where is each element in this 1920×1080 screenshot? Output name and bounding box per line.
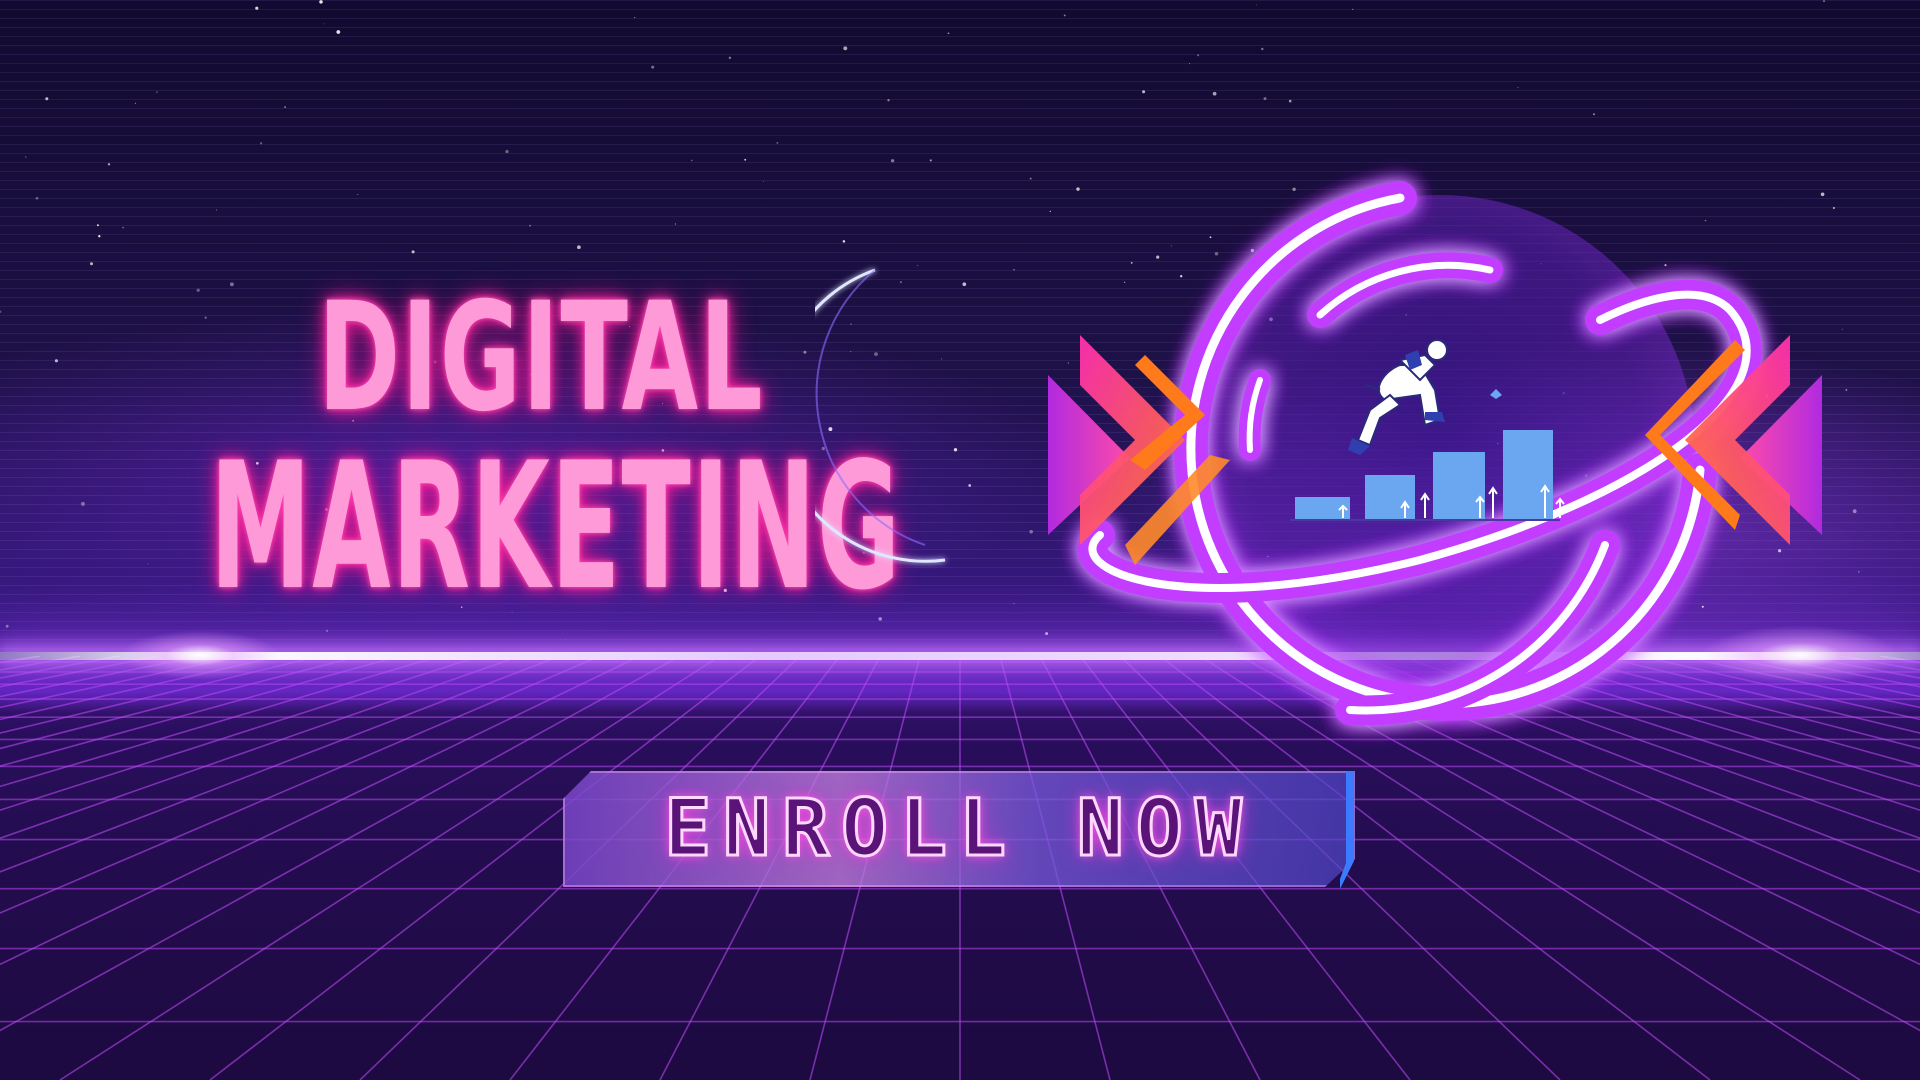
grid-line-vertical	[0, 656, 521, 840]
horizon-flare-left	[120, 630, 280, 680]
left-pointing-chevrons-icon	[1645, 335, 1822, 545]
grid-line-vertical	[1879, 656, 1920, 664]
right-pointing-chevrons-icon	[1048, 335, 1230, 565]
grid-line-vertical	[0, 656, 241, 709]
title-line-digital: DIGITAL	[318, 271, 764, 445]
grid-line-vertical	[0, 656, 601, 914]
grid-line-vertical	[0, 656, 481, 812]
title-line-marketing: MARKETING	[210, 426, 902, 629]
grid-line-vertical	[0, 656, 281, 721]
enroll-now-button[interactable]: ENROLL NOW	[563, 771, 1355, 887]
grid-line-vertical	[0, 656, 441, 788]
banner-background: DIGITAL MARKETING ENROLL NOW	[0, 0, 1920, 1080]
grid-line-vertical	[0, 656, 121, 679]
grid-line-vertical	[0, 656, 41, 664]
crescent-moon-icon	[815, 268, 946, 563]
button-accent-edge	[1340, 771, 1354, 889]
grid-line-vertical	[0, 656, 641, 966]
enroll-now-label: ENROLL NOW	[664, 784, 1254, 874]
